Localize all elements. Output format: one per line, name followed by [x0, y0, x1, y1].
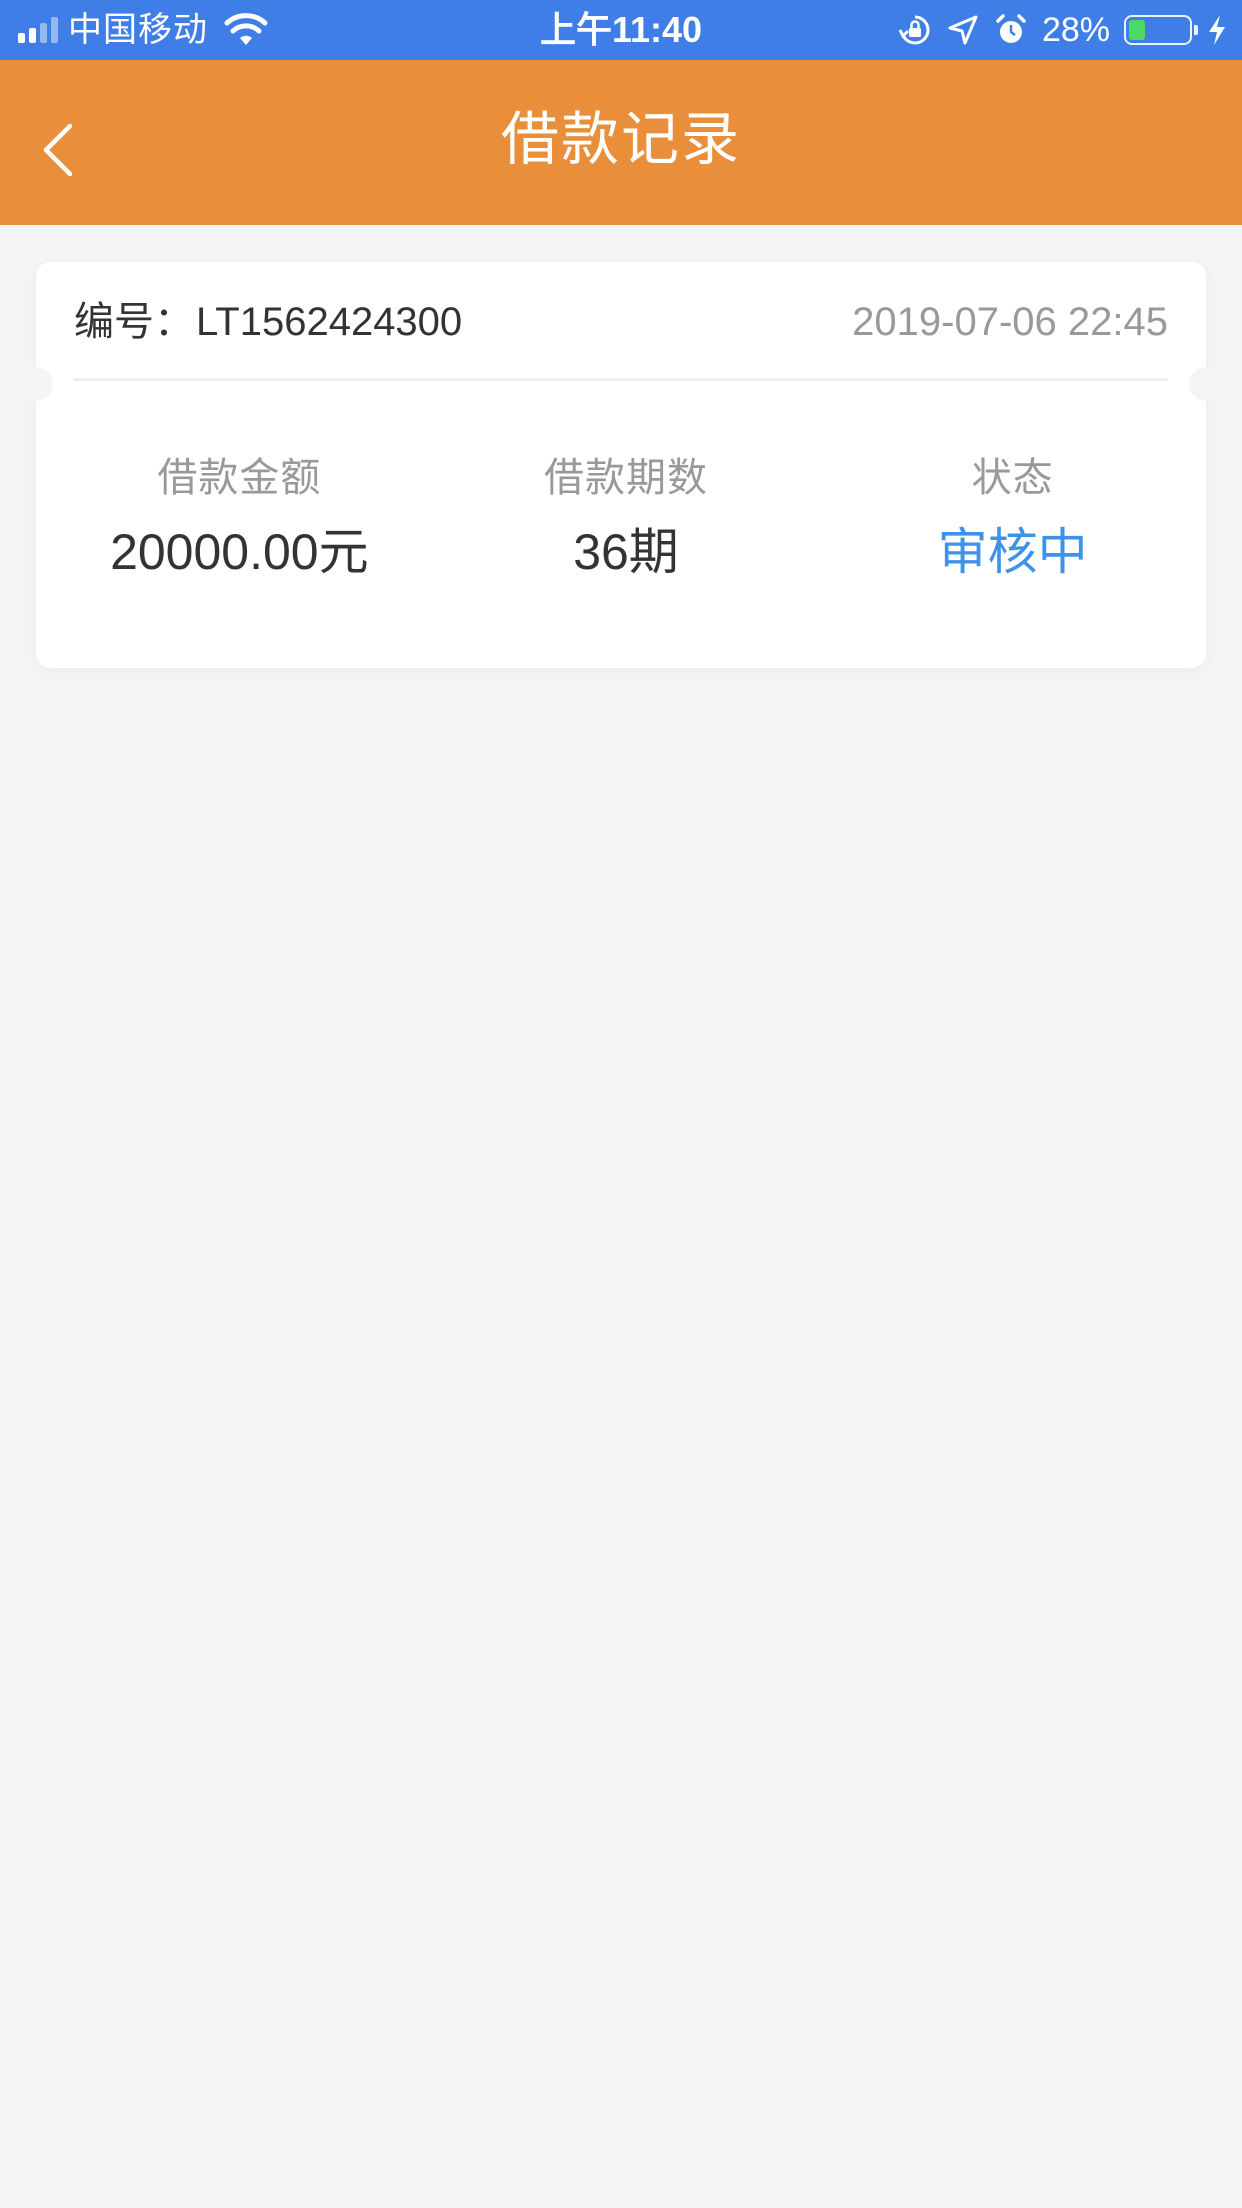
charging-bolt-icon	[1209, 15, 1225, 45]
alarm-icon	[996, 14, 1026, 43]
loan-periods-label: 借款期数	[544, 456, 708, 500]
page-title: 借款记录	[500, 107, 741, 172]
rotation-lock-icon	[898, 15, 930, 45]
loan-amount-value: 20000.00元	[110, 524, 369, 580]
location-icon	[948, 15, 978, 45]
card-divider	[74, 378, 1168, 381]
loan-periods: 借款期数 36期	[433, 450, 820, 584]
loan-periods-value: 36期	[573, 524, 679, 580]
loan-status: 状态 审核中	[819, 450, 1206, 584]
order-number-label: 编号：	[74, 300, 194, 344]
card-notch-right	[1189, 367, 1223, 401]
nav-bar: 借款记录	[0, 60, 1242, 225]
loan-status-label: 状态	[971, 456, 1054, 500]
card-header: 编号：LT1562424300 2019-07-06 22:45	[74, 290, 1168, 354]
loan-record-card[interactable]: 编号：LT1562424300 2019-07-06 22:45 借款金额 20…	[19, 262, 1223, 668]
card-notch-left	[19, 367, 53, 401]
loan-amount-label: 借款金额	[157, 456, 322, 500]
status-bar: 中国移动 上午11:40 28%	[0, 0, 1242, 60]
loan-stats: 借款金额 20000.00元 借款期数 36期 状态 审核中	[36, 450, 1206, 584]
status-bar-right: 28%	[898, 0, 1228, 60]
loan-status-value: 审核中	[937, 524, 1088, 580]
loan-amount: 借款金额 20000.00元	[36, 450, 433, 584]
order-date: 2019-07-06 22:45	[852, 300, 1168, 344]
battery-level-fill	[1129, 20, 1145, 40]
battery-percent: 28%	[1041, 11, 1110, 49]
battery-icon	[1124, 15, 1198, 45]
order-number: LT1562424300	[196, 300, 463, 344]
